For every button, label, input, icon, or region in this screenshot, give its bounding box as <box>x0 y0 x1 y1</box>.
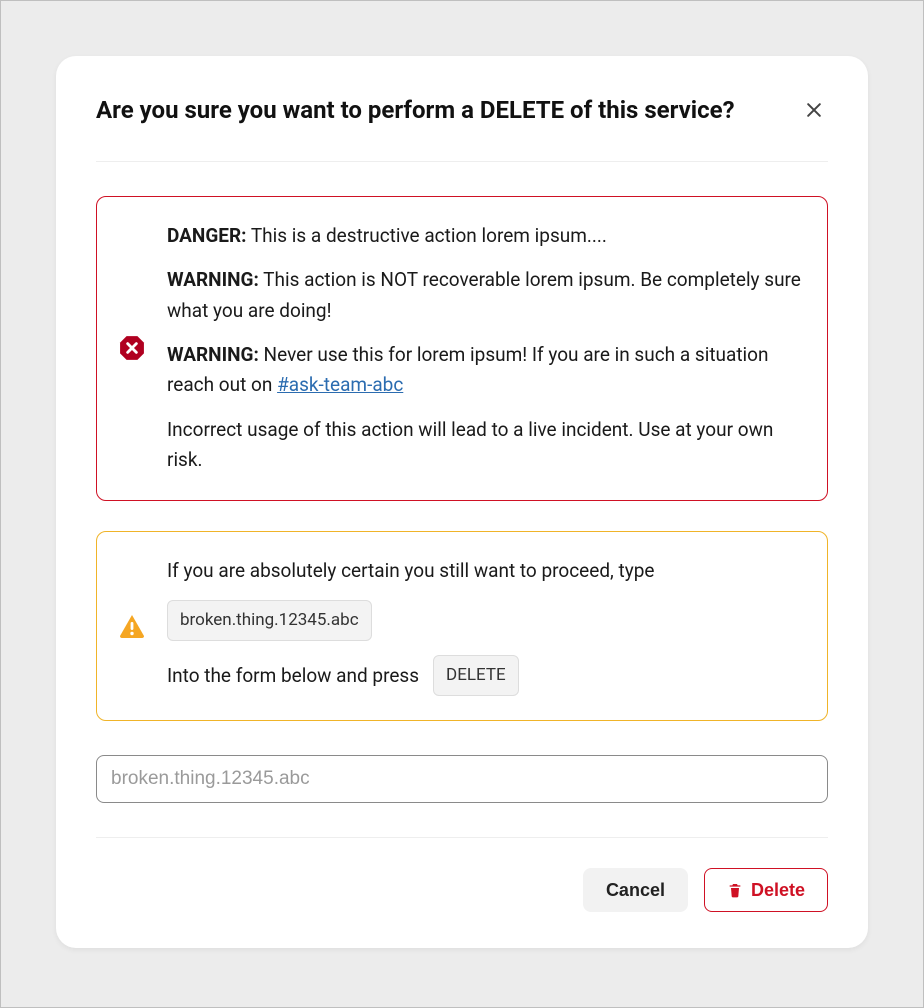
delete-button-label: Delete <box>751 881 805 899</box>
warning-line-2: Into the form below and press DELETE <box>167 655 801 696</box>
danger-line-1: DANGER: This is a destructive action lor… <box>167 221 801 251</box>
modal-footer: Cancel Delete <box>96 837 828 912</box>
warning-label: WARNING: <box>167 343 259 366</box>
close-icon <box>804 100 824 120</box>
cancel-button-label: Cancel <box>606 881 665 899</box>
warning-icon <box>117 556 147 697</box>
warning-line-2-text: Into the form below and press <box>167 661 419 691</box>
danger-alert-body: DANGER: This is a destructive action lor… <box>167 221 801 476</box>
warning-label: WARNING: <box>167 268 259 291</box>
danger-line-3: WARNING: Never use this for lorem ipsum!… <box>167 340 801 401</box>
danger-label: DANGER: <box>167 224 247 247</box>
cancel-button[interactable]: Cancel <box>583 868 688 912</box>
trash-icon <box>727 882 743 898</box>
delete-button[interactable]: Delete <box>704 868 828 912</box>
close-button[interactable] <box>800 96 828 124</box>
warning-alert-body: If you are absolutely certain you still … <box>167 556 801 697</box>
modal-title: Are you sure you want to perform a DELET… <box>96 96 735 125</box>
ask-team-link[interactable]: #ask-team-abc <box>277 373 403 396</box>
confirm-value-chip: broken.thing.12345.abc <box>167 600 372 641</box>
delete-keyword-chip: DELETE <box>433 655 519 696</box>
modal-header: Are you sure you want to perform a DELET… <box>96 96 828 162</box>
warning-line-1: If you are absolutely certain you still … <box>167 556 801 586</box>
danger-line-2: WARNING: This action is NOT recoverable … <box>167 265 801 326</box>
danger-line-4: Incorrect usage of this action will lead… <box>167 415 801 476</box>
warning-value-chip-row: broken.thing.12345.abc <box>167 600 801 641</box>
confirm-input[interactable] <box>96 755 828 803</box>
danger-alert: DANGER: This is a destructive action lor… <box>96 196 828 501</box>
error-icon <box>117 221 147 476</box>
warning-alert: If you are absolutely certain you still … <box>96 531 828 722</box>
confirm-delete-modal: Are you sure you want to perform a DELET… <box>56 56 868 948</box>
